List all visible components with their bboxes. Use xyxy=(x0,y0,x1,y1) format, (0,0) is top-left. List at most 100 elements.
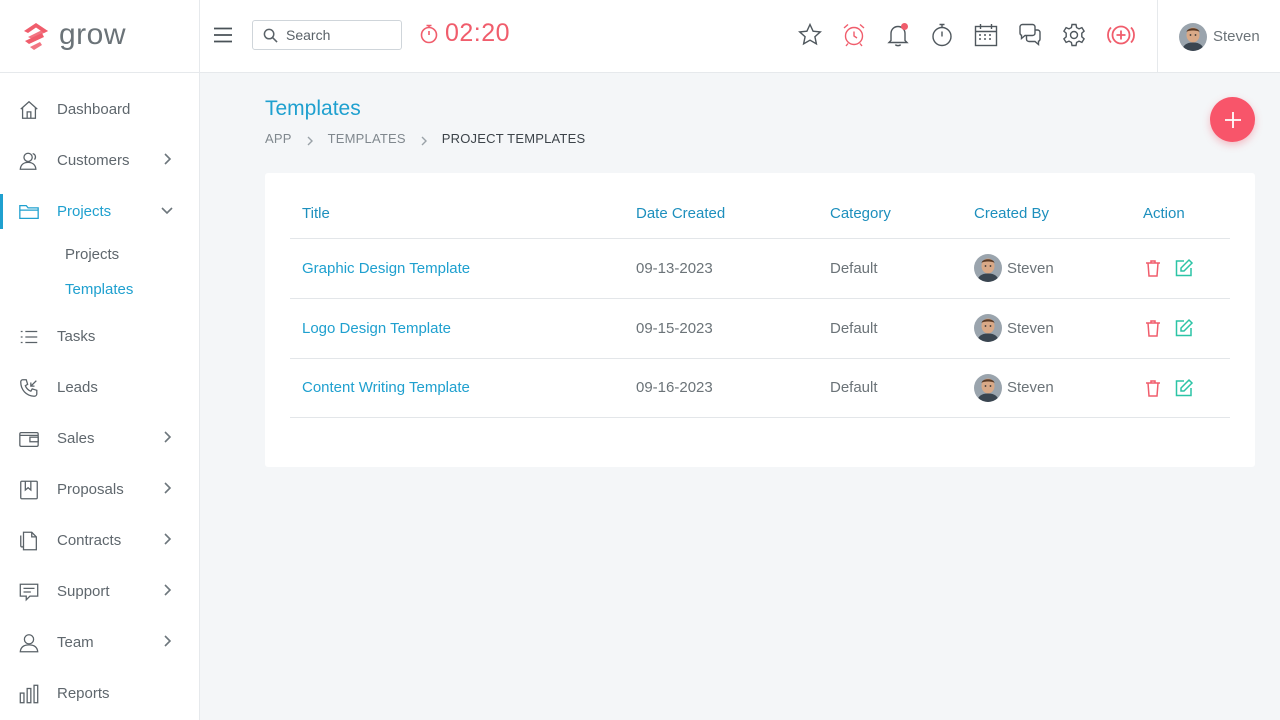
sidebar-item-label: Reports xyxy=(57,685,110,702)
person-name: Steven xyxy=(1007,379,1054,396)
column-header-created-by[interactable]: Created By xyxy=(962,190,1131,239)
sidebar-subitem-templates[interactable]: Templates xyxy=(0,272,199,307)
table-row: Graphic Design Template 09-13-2023 Defau… xyxy=(290,238,1230,299)
search-input[interactable] xyxy=(286,27,386,43)
column-header-action: Action xyxy=(1131,190,1230,239)
user-menu[interactable]: Steven xyxy=(1157,0,1280,73)
cell-date: 09-13-2023 xyxy=(624,238,818,299)
user-name: Steven xyxy=(1213,28,1260,45)
alarm-clock-icon[interactable] xyxy=(841,22,867,48)
template-link[interactable]: Content Writing Template xyxy=(302,379,470,396)
column-header-date[interactable]: Date Created xyxy=(624,190,818,239)
chevron-right-icon xyxy=(160,532,174,546)
sidebar: grow Dashboard Customers Projects Projec… xyxy=(0,0,200,720)
star-icon[interactable] xyxy=(797,22,823,48)
sidebar-item-projects[interactable]: Projects xyxy=(0,186,199,237)
home-icon xyxy=(17,98,41,122)
chevron-right-icon xyxy=(160,634,174,648)
list-icon xyxy=(17,325,41,349)
bookmark-icon xyxy=(17,478,41,502)
templates-card: Title Date Created Category Created By A… xyxy=(265,173,1255,467)
search-box[interactable] xyxy=(252,20,402,50)
chevron-right-icon xyxy=(305,134,315,145)
avatar xyxy=(974,373,1002,402)
person[interactable]: Steven xyxy=(974,373,1131,402)
delete-icon[interactable] xyxy=(1143,258,1163,278)
edit-icon[interactable] xyxy=(1174,258,1194,278)
cell-date: 09-15-2023 xyxy=(624,298,818,359)
folder-icon xyxy=(17,200,41,224)
menu-icon[interactable] xyxy=(212,24,234,46)
edit-icon[interactable] xyxy=(1174,378,1194,398)
gear-icon[interactable] xyxy=(1061,22,1087,48)
avatar xyxy=(974,314,1002,342)
sidebar-item-team[interactable]: Team xyxy=(0,617,199,668)
bell-icon[interactable] xyxy=(885,22,911,48)
sidebar-item-contracts[interactable]: Contracts xyxy=(0,515,199,566)
table-row: Logo Design Template 09-15-2023 Default … xyxy=(290,298,1230,359)
sidebar-item-label: Customers xyxy=(57,152,130,169)
person[interactable]: Steven xyxy=(974,314,1131,342)
cell-category: Default xyxy=(818,238,962,299)
table-header-row: Title Date Created Category Created By A… xyxy=(290,190,1230,239)
template-link[interactable]: Graphic Design Template xyxy=(302,260,470,277)
chevron-right-icon xyxy=(419,134,429,145)
chat-icon xyxy=(17,580,41,604)
cell-actions xyxy=(1131,238,1230,299)
cell-created-by: Steven xyxy=(962,358,1131,418)
cell-actions xyxy=(1131,358,1230,418)
sidebar-item-customers[interactable]: Customers xyxy=(0,135,199,186)
avatar xyxy=(1179,22,1207,51)
sidebar-item-label: Leads xyxy=(57,379,98,396)
delete-icon[interactable] xyxy=(1143,318,1163,338)
grow-logo-icon xyxy=(24,23,48,50)
sidebar-item-label: Contracts xyxy=(57,532,122,549)
chevron-right-icon xyxy=(160,583,174,597)
stopwatch-icon[interactable] xyxy=(929,22,955,48)
phone-icon xyxy=(17,376,41,400)
user-icon xyxy=(17,631,41,655)
cell-category: Default xyxy=(818,358,962,418)
wallet-icon xyxy=(17,427,41,451)
chat-bubbles-icon[interactable] xyxy=(1017,22,1043,48)
bar-chart-icon xyxy=(17,682,41,706)
edit-icon[interactable] xyxy=(1174,318,1194,338)
sidebar-item-label: Projects xyxy=(57,203,112,220)
sidebar-item-tasks[interactable]: Tasks xyxy=(0,311,199,362)
column-header-category[interactable]: Category xyxy=(818,190,962,239)
logo[interactable]: grow xyxy=(0,0,199,73)
sidebar-item-label: Proposals xyxy=(57,481,124,498)
delete-icon[interactable] xyxy=(1143,378,1163,398)
sidebar-item-dashboard[interactable]: Dashboard xyxy=(0,84,199,135)
add-template-button[interactable] xyxy=(1210,97,1255,142)
template-link[interactable]: Logo Design Template xyxy=(302,320,451,337)
column-header-title[interactable]: Title xyxy=(290,190,624,239)
breadcrumb-item-templates[interactable]: TEMPLATES xyxy=(328,131,406,146)
table-row: Content Writing Template 09-16-2023 Defa… xyxy=(290,358,1230,418)
sidebar-item-label: Team xyxy=(57,634,94,651)
breadcrumb: APP TEMPLATES PROJECT TEMPLATES xyxy=(265,131,585,146)
cell-created-by: Steven xyxy=(962,238,1131,299)
logo-text: grow xyxy=(59,18,127,51)
sidebar-item-reports[interactable]: Reports xyxy=(0,668,199,719)
add-circle-icon[interactable] xyxy=(1105,22,1137,48)
sidebar-item-sales[interactable]: Sales xyxy=(0,413,199,464)
breadcrumb-item-app[interactable]: APP xyxy=(265,131,292,146)
sidebar-item-label: Sales xyxy=(57,430,95,447)
page-title: Templates xyxy=(265,97,361,120)
calendar-icon[interactable] xyxy=(973,22,999,48)
sidebar-item-leads[interactable]: Leads xyxy=(0,362,199,413)
person[interactable]: Steven xyxy=(974,254,1131,282)
person-name: Steven xyxy=(1007,259,1054,277)
timer[interactable]: 02:20 xyxy=(419,19,510,48)
person-name: Steven xyxy=(1007,319,1054,337)
sidebar-item-support[interactable]: Support xyxy=(0,566,199,617)
stopwatch-icon xyxy=(420,24,438,43)
avatar xyxy=(974,254,1002,282)
cell-title: Logo Design Template xyxy=(290,298,624,359)
cell-title: Graphic Design Template xyxy=(290,238,624,299)
sidebar-item-proposals[interactable]: Proposals xyxy=(0,464,199,515)
sidebar-subitem-projects[interactable]: Projects xyxy=(0,237,199,272)
templates-table: Title Date Created Category Created By A… xyxy=(290,190,1230,418)
plus-icon xyxy=(1224,111,1241,128)
